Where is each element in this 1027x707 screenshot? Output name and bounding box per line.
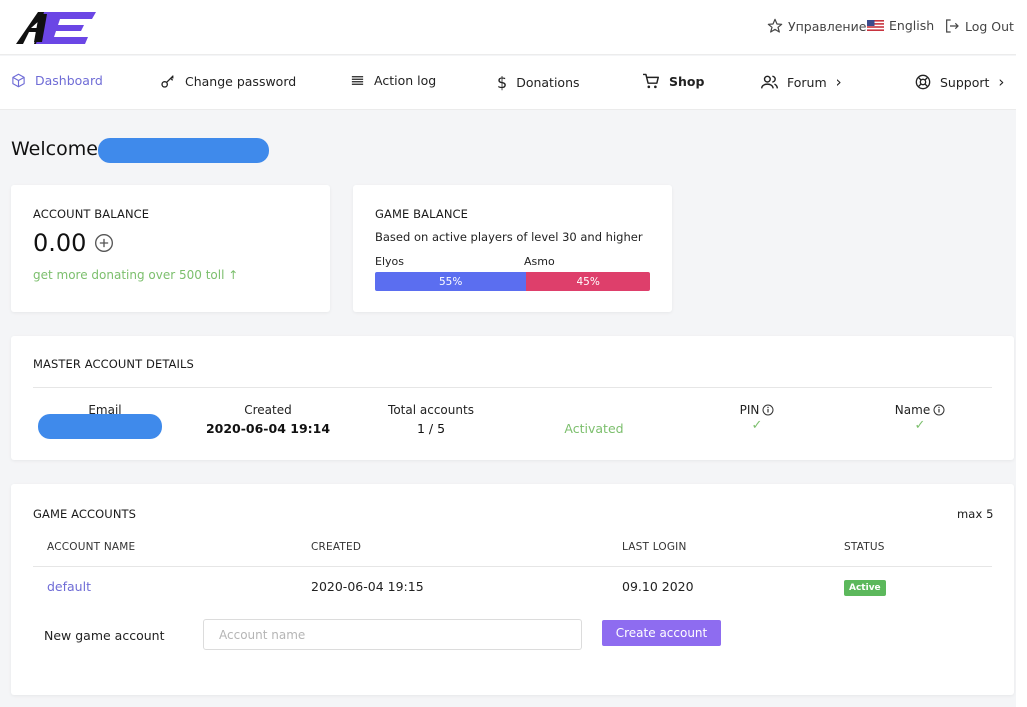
create-account-button[interactable]: Create account [602, 620, 721, 646]
new-account-label: New game account [44, 628, 165, 643]
info-icon[interactable] [762, 404, 774, 416]
logout-label: Log Out [965, 18, 1014, 34]
lifebuoy-icon [915, 74, 931, 90]
master-account-title: MASTER ACCOUNT DETAILS [33, 357, 194, 371]
cube-icon [12, 73, 25, 88]
account-last-login: 09.10 2020 [622, 579, 694, 594]
donation-note[interactable]: get more donating over 500 toll ↑ [33, 268, 238, 282]
nav-label: Shop [669, 73, 705, 89]
add-circle-icon[interactable] [94, 233, 114, 253]
cart-icon [643, 73, 659, 89]
col-status: STATUS [844, 541, 885, 553]
elyos-label: Elyos [375, 255, 404, 268]
account-balance-title: ACCOUNT BALANCE [33, 207, 150, 221]
game-balance-title: GAME BALANCE [375, 207, 469, 221]
redacted-email [38, 414, 162, 439]
col-last-login: LAST LOGIN [622, 541, 687, 553]
pin-label: PIN [717, 403, 797, 417]
management-link[interactable]: Управление [767, 18, 866, 34]
users-icon [761, 75, 778, 89]
total-accounts-value: 1 / 5 [416, 421, 446, 436]
faction-balance-bar: 55% 45% [375, 272, 650, 291]
nav-change-password[interactable]: Change password [160, 73, 296, 89]
language-selector[interactable]: English [867, 18, 934, 33]
page-edge [1016, 0, 1027, 707]
nav-shop[interactable]: Shop [642, 73, 704, 89]
total-accounts-label: Total accounts [388, 403, 474, 417]
table-divider [33, 566, 992, 567]
account-created: 2020-06-04 19:15 [311, 579, 424, 594]
divider [33, 387, 992, 388]
game-accounts-title: GAME ACCOUNTS [33, 507, 137, 521]
max-accounts-label: max 5 [957, 507, 994, 521]
game-balance-card [353, 185, 672, 312]
name-check: ✓ [914, 418, 926, 433]
nav-label: Dashboard [35, 73, 103, 88]
nav-dashboard[interactable]: Dashboard [11, 73, 103, 88]
management-label: Управление [788, 18, 867, 34]
language-label: English [889, 18, 935, 33]
redacted-username [98, 138, 269, 163]
activated-status: Activated [564, 421, 624, 436]
name-label: Name [880, 403, 960, 417]
col-account-name: ACCOUNT NAME [47, 541, 136, 553]
account-name-link[interactable]: default [47, 579, 91, 594]
nav-label: Donations [516, 75, 580, 90]
nav-label: Forum [787, 74, 827, 90]
balance-amount: 0.00 [33, 229, 114, 257]
asmo-segment: 45% [526, 272, 650, 291]
nav-label: Action log [374, 73, 437, 88]
nav-action-log[interactable]: Action log [350, 73, 436, 88]
pin-label-text: PIN [739, 403, 760, 417]
list-icon [351, 76, 364, 85]
elyos-segment: 55% [375, 272, 527, 291]
game-balance-subtitle: Based on active players of level 30 and … [375, 230, 643, 244]
balance-value: 0.00 [33, 229, 87, 257]
created-label: Created [244, 403, 292, 417]
info-icon[interactable] [933, 404, 945, 416]
nav-label: Change password [185, 73, 297, 89]
account-name-input[interactable] [203, 619, 582, 650]
key-icon [161, 75, 174, 88]
asmo-label: Asmo [524, 255, 555, 268]
logout-link[interactable]: Log Out [944, 18, 1014, 34]
logout-icon [946, 19, 959, 33]
us-flag-icon [867, 20, 884, 31]
nav-donations[interactable]: $ Donations [497, 73, 580, 92]
pin-check: ✓ [751, 418, 763, 433]
nav-forum[interactable]: Forum › [761, 73, 842, 91]
chevron-right-icon: › [998, 73, 1005, 91]
name-label-text: Name [894, 403, 931, 417]
created-value: 2020-06-04 19:14 [205, 421, 331, 436]
master-account-card [11, 336, 1014, 460]
status-badge: Active [844, 580, 886, 596]
asmo-percent: 45% [576, 275, 600, 288]
nav-support[interactable]: Support › [915, 73, 1004, 91]
chevron-right-icon: › [835, 73, 842, 91]
nav-label: Support [940, 74, 990, 90]
star-icon [767, 18, 783, 33]
ae-logo[interactable] [14, 8, 98, 48]
elyos-percent: 55% [438, 275, 463, 288]
dollar-icon: $ [497, 73, 508, 92]
welcome-heading: Welcome, [11, 138, 104, 160]
col-created: CREATED [311, 541, 362, 553]
